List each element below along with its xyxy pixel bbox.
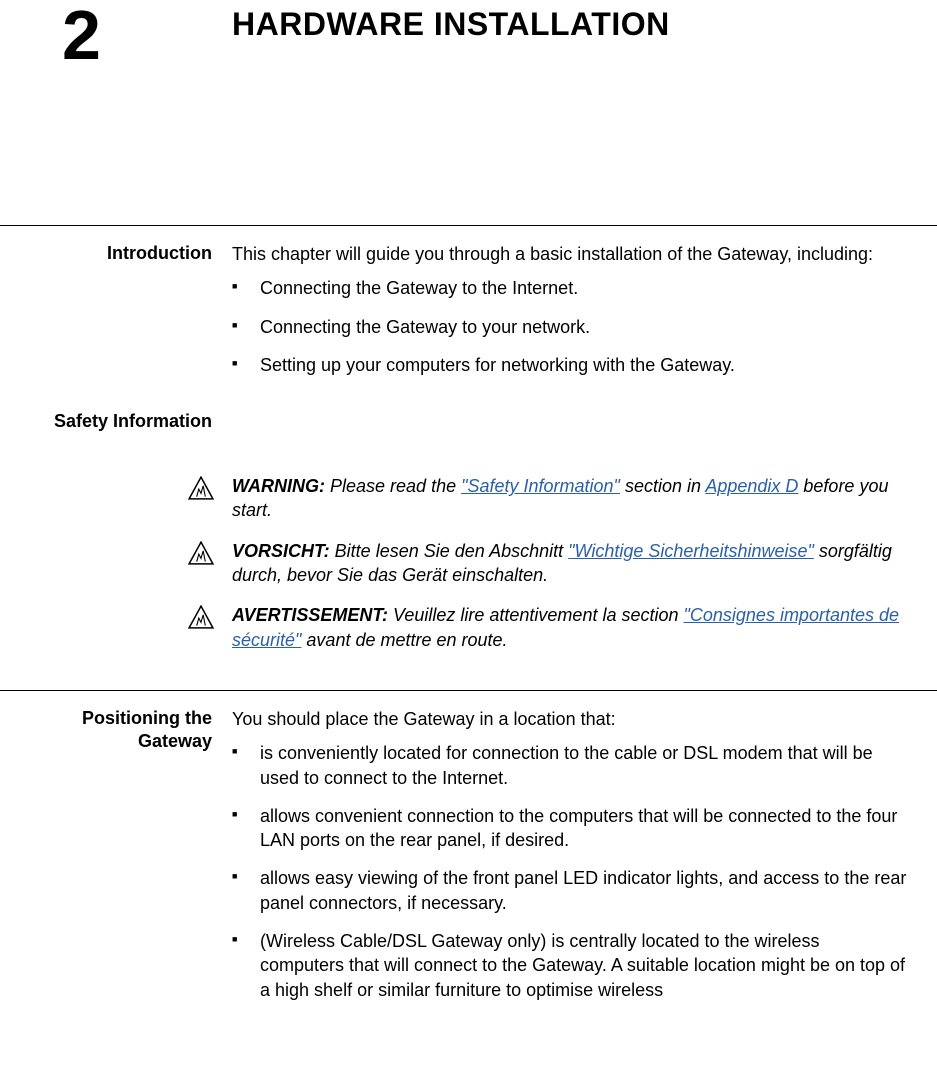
warning-text: VORSICHT: Bitte lesen Sie den Abschnitt …	[232, 539, 937, 588]
warning-pre: Please read the	[325, 476, 461, 496]
list-item: Connecting the Gateway to your network.	[232, 315, 907, 339]
warning-pre: Veuillez lire attentivement la section	[388, 605, 683, 625]
chapter-title-text: HARDWARE INSTALLATION	[232, 6, 670, 42]
intro-lead: This chapter will guide you through a ba…	[232, 242, 907, 266]
list-item: allows convenient connection to the comp…	[232, 804, 907, 853]
warning-label: WARNING:	[232, 476, 325, 496]
chapter-number: 2	[62, 0, 232, 70]
warning-icon	[188, 605, 214, 629]
list-item: (Wireless Cable/DSL Gateway only) is cen…	[232, 929, 907, 1002]
warning-label: VORSICHT:	[232, 541, 330, 561]
section-heading-introduction: Introduction	[0, 242, 232, 391]
list-item: Setting up your computers for networking…	[232, 353, 907, 377]
section-heading-positioning: Positioning the Gateway	[0, 707, 232, 1016]
link-sicherheitshinweise[interactable]: "Wichtige Sicherheitshinweise"	[568, 541, 814, 561]
warning-text: AVERTISSEMENT: Veuillez lire attentiveme…	[232, 603, 937, 652]
list-item: Connecting the Gateway to the Internet.	[232, 276, 907, 300]
warning-label: AVERTISSEMENT:	[232, 605, 388, 625]
warning-post: avant de mettre en route.	[301, 630, 507, 650]
positioning-lead: You should place the Gateway in a locati…	[232, 707, 907, 731]
chapter-title: HARDWARE INSTALLATION	[232, 6, 670, 43]
list-item: is conveniently located for connection t…	[232, 741, 907, 790]
section-heading-safety: Safety Information	[0, 411, 232, 432]
list-item: allows easy viewing of the front panel L…	[232, 866, 907, 915]
link-safety-information[interactable]: "Safety Information"	[461, 476, 620, 496]
warning-pre: Bitte lesen Sie den Abschnitt	[330, 541, 568, 561]
warning-mid: section in	[620, 476, 705, 496]
link-appendix-d[interactable]: Appendix D	[705, 476, 798, 496]
warning-icon	[188, 476, 214, 500]
warning-icon	[188, 541, 214, 565]
warning-text: WARNING: Please read the "Safety Informa…	[232, 474, 937, 523]
